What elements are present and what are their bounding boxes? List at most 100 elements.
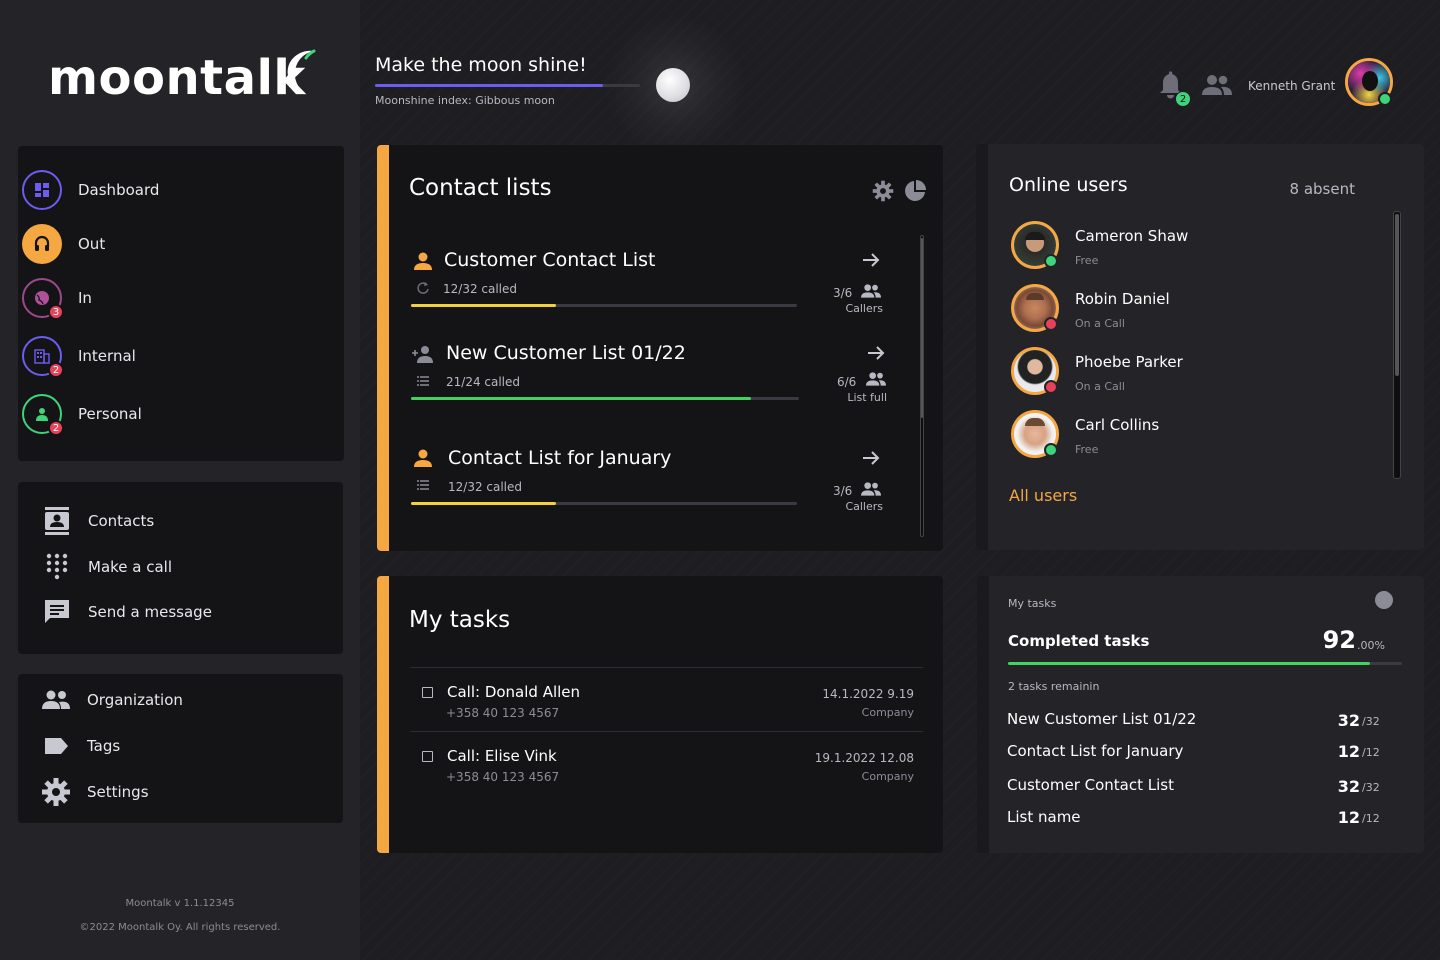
contact-list-name[interactable]: New Customer List 01/22 xyxy=(446,342,686,364)
app-version: Moontalk v 1.1.12345 xyxy=(125,898,235,909)
task-date: 19.1.2022 12.08 xyxy=(814,751,914,765)
task-list-total: /12 xyxy=(1362,812,1380,825)
task-list-done: 12 xyxy=(1337,808,1360,827)
contact-list-progress xyxy=(411,397,751,400)
building-icon: 2 xyxy=(22,336,64,378)
brand-logo: moontalk xyxy=(48,50,306,106)
nav-item-personal[interactable]: 2 Personal xyxy=(22,394,142,436)
online-user-name[interactable]: Carl Collins xyxy=(1075,416,1159,434)
online-user-name[interactable]: Phoebe Parker xyxy=(1075,353,1183,371)
online-user-status: On a Call xyxy=(1075,380,1125,393)
nav-item-dashboard[interactable]: Dashboard xyxy=(22,170,159,210)
user-status-dot xyxy=(1044,380,1058,394)
notification-badge: 2 xyxy=(1175,91,1191,107)
dashboard-icon xyxy=(22,170,62,210)
task-name[interactable]: Call: Elise Vink xyxy=(447,747,557,765)
contacts-icon xyxy=(45,507,69,535)
link-tags[interactable]: Tags xyxy=(41,731,120,761)
online-user-status: On a Call xyxy=(1075,317,1125,330)
moon-phase-icon xyxy=(1375,591,1393,609)
accent-bar xyxy=(377,576,389,853)
headset-icon xyxy=(22,224,62,264)
task-list-name: List name xyxy=(1007,808,1081,826)
contact-list-caption: Callers xyxy=(845,500,883,513)
arrow-right-icon[interactable] xyxy=(866,343,886,363)
contact-lists-title: Contact lists xyxy=(409,175,552,201)
task-list-done: 12 xyxy=(1337,742,1360,761)
nav-item-out[interactable]: Out xyxy=(22,224,105,264)
contact-list-name[interactable]: Contact List for January xyxy=(448,447,671,469)
moonshine-progress-bar xyxy=(375,84,603,87)
user-status-dot xyxy=(1044,443,1058,457)
nav-item-internal[interactable]: 2 Internal xyxy=(22,336,136,378)
gear-icon xyxy=(42,778,70,806)
crescent-moon-icon xyxy=(287,49,316,92)
tag-icon xyxy=(45,738,68,754)
task-list-done: 32 xyxy=(1337,711,1360,730)
task-checkbox[interactable] xyxy=(422,687,433,698)
contact-list-name[interactable]: Customer Contact List xyxy=(444,249,656,271)
task-checkbox[interactable] xyxy=(422,751,433,762)
user-status-dot xyxy=(1044,254,1058,268)
task-list-total: /12 xyxy=(1362,746,1380,759)
link-organization[interactable]: Organization xyxy=(41,685,183,715)
online-user-name[interactable]: Cameron Shaw xyxy=(1075,227,1188,245)
nav-label: Internal xyxy=(78,347,136,365)
task-list-done: 32 xyxy=(1337,777,1360,796)
nav-badge: 2 xyxy=(48,362,64,378)
completed-tasks-decimal: .00% xyxy=(1357,639,1385,652)
online-users-title: Online users xyxy=(1009,174,1128,196)
task-date: 14.1.2022 9.19 xyxy=(822,687,914,701)
link-label: Contacts xyxy=(88,512,155,530)
online-users-scroll-thumb[interactable] xyxy=(1395,214,1399,376)
tasks-remaining: 2 tasks remainin xyxy=(1008,680,1100,693)
task-list-total: /32 xyxy=(1362,781,1380,794)
all-users-link[interactable]: All users xyxy=(1009,486,1077,505)
task-phone: +358 40 123 4567 xyxy=(446,770,560,784)
arrow-right-icon[interactable] xyxy=(861,448,881,468)
group-icon xyxy=(42,690,70,709)
users-icon xyxy=(861,284,881,298)
users-icon[interactable] xyxy=(1201,73,1233,97)
contact-list-caption: Callers xyxy=(845,302,883,315)
link-label: Make a call xyxy=(88,558,173,576)
my-tasks-title: My tasks xyxy=(409,607,511,633)
contact-list-count: 3/6 xyxy=(833,286,853,300)
online-user-status: Free xyxy=(1075,254,1099,267)
person-icon xyxy=(414,449,432,467)
link-settings[interactable]: Settings xyxy=(41,777,149,807)
contact-list-caption: List full xyxy=(847,391,887,404)
online-user-name[interactable]: Robin Daniel xyxy=(1075,290,1170,308)
copyright: ©2022 Moontalk Oy. All rights reserved. xyxy=(79,922,281,933)
nav-label: Personal xyxy=(78,405,142,423)
contact-list-called: 12/32 called xyxy=(443,282,518,296)
nav-item-in[interactable]: 3 In xyxy=(22,278,92,320)
absent-count: 8 absent xyxy=(1289,180,1355,198)
person-icon xyxy=(414,252,432,270)
completed-tasks-progress xyxy=(1008,662,1370,665)
contact-list-progress xyxy=(411,304,556,307)
pie-chart-icon[interactable] xyxy=(904,180,926,202)
task-list-name: New Customer List 01/22 xyxy=(1007,710,1197,728)
contact-lists-scroll-thumb[interactable] xyxy=(921,238,923,418)
nav-badge: 3 xyxy=(48,304,64,320)
online-user-status: Free xyxy=(1075,443,1099,456)
person-icon: 2 xyxy=(22,394,64,436)
nav-label: Out xyxy=(78,235,106,253)
add-person-icon xyxy=(412,346,433,363)
message-icon xyxy=(45,600,69,623)
contact-list-called: 21/24 called xyxy=(446,375,521,389)
link-make-call[interactable]: Make a call xyxy=(42,552,172,582)
link-contacts[interactable]: Contacts xyxy=(42,506,154,536)
page-title: Make the moon shine! xyxy=(375,54,587,76)
arrow-right-icon[interactable] xyxy=(861,250,881,270)
task-name[interactable]: Call: Donald Allen xyxy=(447,683,580,701)
gear-icon[interactable] xyxy=(872,180,894,202)
link-send-message[interactable]: Send a message xyxy=(42,597,212,627)
task-list-name: Customer Contact List xyxy=(1007,776,1174,794)
dialpad-icon xyxy=(46,553,68,580)
accent-bar xyxy=(377,145,389,551)
task-divider xyxy=(410,667,923,668)
user-status-dot xyxy=(1044,317,1058,331)
user-status-dot xyxy=(1378,92,1392,106)
